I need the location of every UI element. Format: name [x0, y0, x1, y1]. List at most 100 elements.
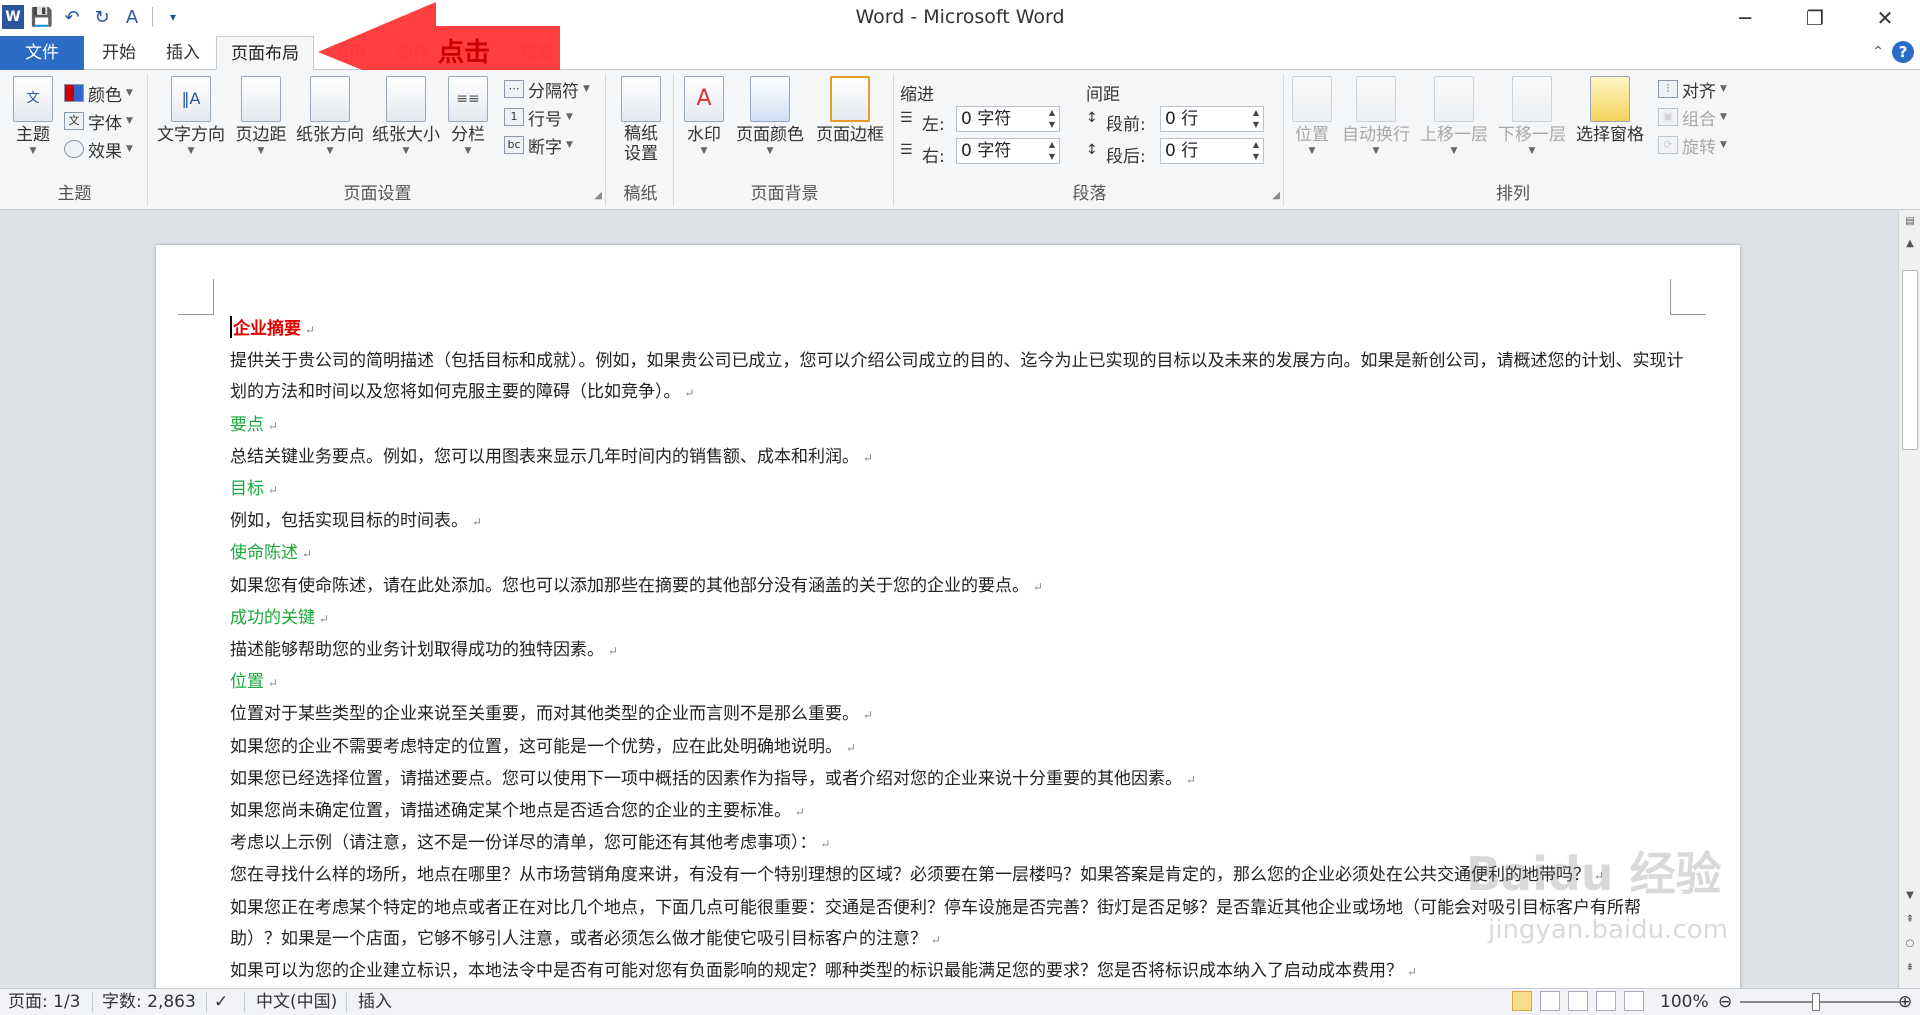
- hyphenation-button[interactable]: bc 断字 ▼: [504, 132, 573, 158]
- outline-icon[interactable]: [1596, 991, 1616, 1011]
- minimize-button[interactable]: ─: [1710, 0, 1780, 36]
- document-heading[interactable]: 要点 ↵: [230, 410, 1690, 442]
- save-icon[interactable]: 💾: [30, 4, 54, 30]
- document-paragraph[interactable]: 如果您的企业不需要考虑特定的位置，这可能是一个优势，应在此处明确地说明。 ↵: [230, 732, 1690, 764]
- document-paragraph[interactable]: 位置对于某些类型的企业来说至关重要，而对其他类型的企业而言则不是那么重要。 ↵: [230, 699, 1690, 731]
- align-button[interactable]: ⫶ 对齐 ▼: [1658, 76, 1727, 102]
- document-heading[interactable]: 位置 ↵: [230, 667, 1690, 699]
- help-icon[interactable]: ?: [1892, 41, 1914, 63]
- word-logo-icon[interactable]: W: [2, 5, 24, 29]
- undo-icon[interactable]: ↶: [60, 4, 84, 30]
- document-heading[interactable]: 目标 ↵: [230, 474, 1690, 506]
- chevron-down-icon: ▼: [583, 84, 590, 94]
- theme-button[interactable]: 文 主题 ▼: [8, 76, 58, 156]
- line-numbers-button[interactable]: 1 行号 ▼: [504, 104, 573, 130]
- position-button[interactable]: 位置 ▼: [1290, 76, 1334, 156]
- effects-button[interactable]: 效果 ▼: [64, 136, 133, 162]
- selection-pane-button[interactable]: 选择窗格: [1572, 76, 1648, 146]
- spinner-icon[interactable]: ▲ ▼: [1045, 107, 1059, 131]
- document-paragraph[interactable]: 描述能够帮助您的业务计划取得成功的独特因素。 ↵: [230, 635, 1690, 667]
- previous-page-icon[interactable]: ⇞: [1899, 910, 1920, 930]
- zoom-out-icon[interactable]: ⊖: [1718, 991, 1732, 1013]
- page-color-button[interactable]: 页面颜色 ▼: [732, 76, 808, 156]
- scroll-thumb[interactable]: [1902, 270, 1918, 450]
- size-button[interactable]: 纸张大小 ▼: [370, 76, 442, 156]
- next-page-icon[interactable]: ⇟: [1899, 958, 1920, 978]
- orientation-button[interactable]: 纸张方向 ▼: [294, 76, 366, 156]
- print-layout-icon[interactable]: [1512, 991, 1532, 1011]
- page-size-icon: [386, 76, 426, 122]
- document-paragraph[interactable]: 提供关于贵公司的简明描述（包括目标和成就）。例如，如果贵公司已成立，您可以介绍公…: [230, 346, 1690, 409]
- web-layout-icon[interactable]: [1568, 991, 1588, 1011]
- close-button[interactable]: ✕: [1850, 0, 1920, 36]
- group-label: 主题: [57, 184, 92, 204]
- indent-left-input[interactable]: 0 字符 ▲ ▼: [956, 106, 1060, 132]
- chevron-down-icon: ▼: [1308, 146, 1316, 156]
- customize-qat-icon[interactable]: ▾: [161, 4, 185, 30]
- scroll-up-icon[interactable]: ▲: [1899, 234, 1920, 254]
- indent-right-input[interactable]: 0 字符 ▲ ▼: [956, 138, 1060, 164]
- insert-mode-indicator[interactable]: 插入: [358, 991, 392, 1013]
- zoom-slider-thumb[interactable]: [1812, 993, 1820, 1011]
- draft-settings-button[interactable]: 稿纸 设置: [616, 76, 666, 164]
- breaks-button[interactable]: ⋯ 分隔符 ▼: [504, 76, 590, 102]
- spinner-icon[interactable]: ▲ ▼: [1045, 139, 1059, 163]
- minimize-ribbon-icon[interactable]: ⌃: [1872, 44, 1884, 60]
- ruler-toggle-icon[interactable]: ▤: [1899, 212, 1920, 232]
- columns-icon: ≡≡: [448, 76, 488, 122]
- draft-icon[interactable]: [1624, 991, 1644, 1011]
- margin-corner-mark: [1670, 279, 1706, 315]
- zoom-in-icon[interactable]: ⊕: [1898, 991, 1912, 1013]
- bring-forward-button[interactable]: 上移一层 ▼: [1416, 76, 1492, 156]
- text-direction-button[interactable]: ‖A 文字方向 ▼: [156, 76, 226, 156]
- group-objects-button[interactable]: ▣ 组合 ▼: [1658, 104, 1727, 130]
- send-backward-button[interactable]: 下移一层 ▼: [1494, 76, 1570, 156]
- paragraph-mark-icon: ↵: [791, 805, 805, 820]
- zoom-level[interactable]: 100%: [1660, 991, 1709, 1013]
- dialog-launcher-icon[interactable]: ◢: [1272, 190, 1280, 201]
- scroll-down-icon[interactable]: ▼: [1899, 886, 1920, 906]
- restore-button[interactable]: ❐: [1780, 0, 1850, 36]
- paragraph-text: 位置: [230, 672, 264, 693]
- document-paragraph[interactable]: 例如，包括实现目标的时间表。 ↵: [230, 506, 1690, 538]
- language-indicator[interactable]: 中文(中国): [256, 991, 337, 1013]
- chevron-down-icon: ▼: [187, 146, 195, 156]
- page-borders-button[interactable]: 页面边框: [812, 76, 888, 146]
- document-paragraph[interactable]: 如果可以为您的企业建立标识，本地法令中是否有可能对您有负面影响的规定？哪种类型的…: [230, 956, 1690, 988]
- fonts-button[interactable]: 文 字体 ▼: [64, 108, 133, 134]
- full-screen-reading-icon[interactable]: [1540, 991, 1560, 1011]
- space-after-input[interactable]: 0 行 ▲ ▼: [1160, 138, 1264, 164]
- space-before-input[interactable]: 0 行 ▲ ▼: [1160, 106, 1264, 132]
- paragraph-mark-icon: ↵: [680, 386, 695, 401]
- fonts-icon: 文: [64, 112, 84, 130]
- page-count[interactable]: 页面: 1/3: [8, 991, 81, 1013]
- document-heading[interactable]: 企业摘要 ↵: [230, 314, 1690, 346]
- proofing-icon[interactable]: ✓: [214, 991, 228, 1013]
- tab-home[interactable]: 开始: [88, 36, 150, 70]
- colors-button[interactable]: 颜色 ▼: [64, 80, 133, 106]
- document-paragraph[interactable]: 如果您已经选择位置，请描述要点。您可以使用下一项中概括的因素作为指导，或者介绍对…: [230, 764, 1690, 796]
- zoom-slider[interactable]: [1740, 1001, 1900, 1003]
- word-count[interactable]: 字数: 2,863: [102, 991, 196, 1013]
- browse-object-icon[interactable]: ○: [1899, 934, 1920, 954]
- tab-page-layout[interactable]: 页面布局: [216, 36, 314, 71]
- document-paragraph[interactable]: 如果您有使命陈述，请在此处添加。您也可以添加那些在摘要的其他部分没有涵盖的关于您…: [230, 571, 1690, 603]
- document-heading[interactable]: 成功的关键 ↵: [230, 603, 1690, 635]
- dialog-launcher-icon[interactable]: ◢: [594, 190, 602, 201]
- redo-icon[interactable]: ↻: [90, 4, 114, 30]
- tab-file[interactable]: 文件: [0, 36, 84, 70]
- watermark-button[interactable]: A 水印 ▼: [682, 76, 726, 156]
- tab-insert[interactable]: 插入: [152, 36, 214, 70]
- rotate-button[interactable]: ⟳ 旋转 ▼: [1658, 132, 1727, 158]
- font-style-icon[interactable]: A: [120, 4, 144, 30]
- wrap-text-button[interactable]: 自动换行 ▼: [1338, 76, 1414, 156]
- vertical-scrollbar[interactable]: ▤ ▲ ▼ ⇞ ○ ⇟: [1898, 210, 1920, 988]
- spinner-icon[interactable]: ▲ ▼: [1249, 107, 1263, 131]
- document-heading[interactable]: 使命陈述 ↵: [230, 538, 1690, 570]
- paragraph-text: 提供关于贵公司的简明描述（包括目标和成就）。例如，如果贵公司已成立，您可以介绍公…: [230, 351, 1684, 403]
- columns-button[interactable]: ≡≡ 分栏 ▼: [446, 76, 490, 156]
- spinner-icon[interactable]: ▲ ▼: [1249, 139, 1263, 163]
- margins-button[interactable]: 页边距 ▼: [232, 76, 290, 156]
- document-paragraph[interactable]: 如果您尚未确定位置，请描述确定某个地点是否适合您的企业的主要标准。 ↵: [230, 796, 1690, 828]
- document-paragraph[interactable]: 总结关键业务要点。例如，您可以用图表来显示几年时间内的销售额、成本和利润。 ↵: [230, 442, 1690, 474]
